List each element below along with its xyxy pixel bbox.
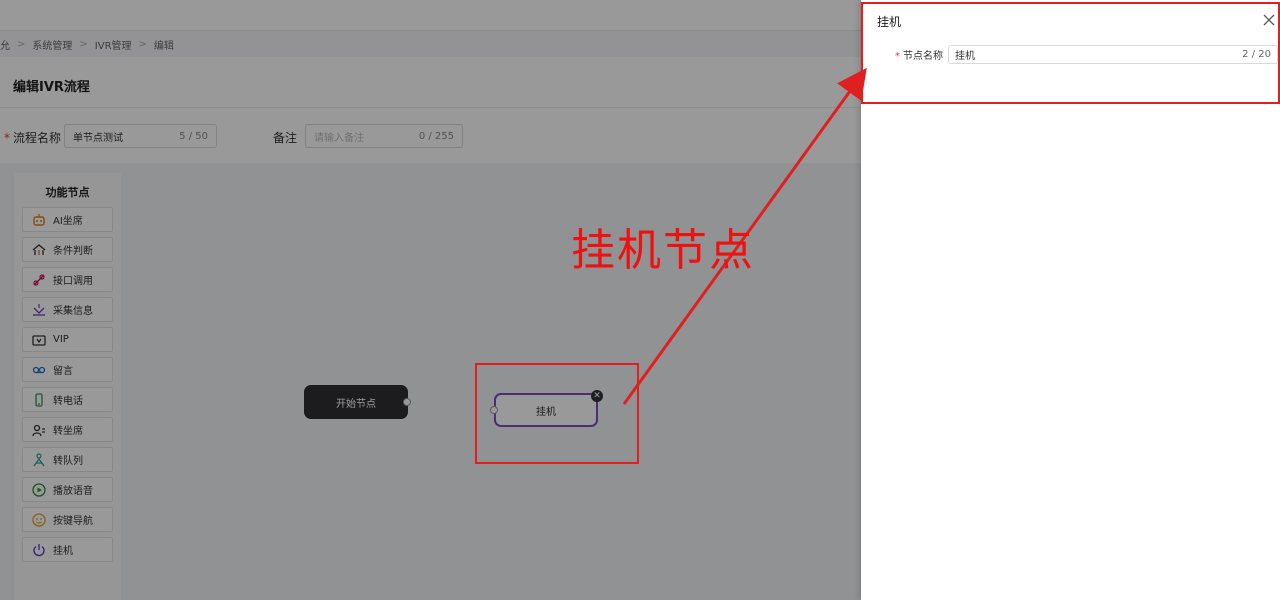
close-icon[interactable] (1261, 12, 1277, 28)
node-name-label: * 节点名称 (895, 47, 943, 62)
ivr-editor-page: 允 > 系统管理 > IVR管理 > 编辑 编辑IVR流程 * 流程名称 单节点测… (0, 0, 861, 600)
modal-mask[interactable] (0, 0, 861, 600)
node-name-value: 挂机 (955, 51, 975, 62)
node-settings-drawer: 挂机 * 节点名称 挂机 2 / 20 (861, 0, 1280, 600)
required-mark: * (895, 51, 900, 62)
node-name-input[interactable]: 挂机 2 / 20 (948, 45, 1278, 64)
node-name-label-text: 节点名称 (903, 51, 943, 62)
node-name-count: 2 / 20 (1242, 49, 1271, 60)
drawer-title: 挂机 (877, 15, 902, 29)
annotation-label: 挂机节点 (571, 225, 755, 276)
